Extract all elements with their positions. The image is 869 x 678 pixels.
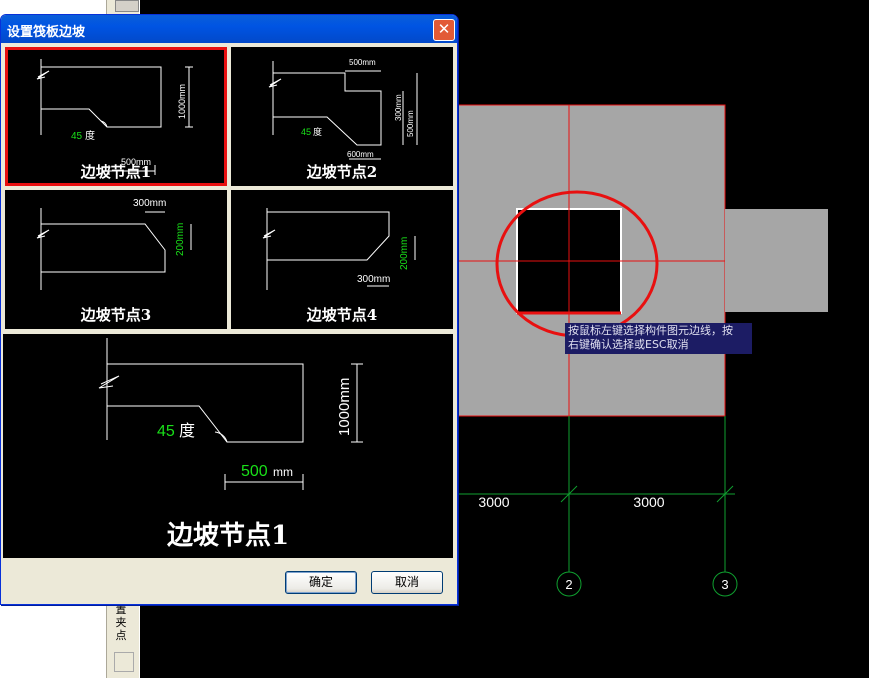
node-1-label: 边坡节点1 bbox=[80, 163, 152, 181]
tooltip-line-1: 按鼠标左键选择构件图元边线，按 bbox=[568, 324, 733, 337]
node-4-v-dim: 200mm bbox=[399, 237, 410, 270]
ok-button[interactable]: 确定 bbox=[285, 571, 357, 594]
slab-extension[interactable] bbox=[725, 209, 828, 312]
preview-angle-unit: 度 bbox=[179, 422, 195, 440]
preview-label: 边坡节点1 bbox=[166, 521, 290, 551]
preview-panel: 45 度 500 mm 1000mm 边坡节点1 bbox=[3, 334, 453, 558]
preview-angle-num: 45 bbox=[157, 423, 175, 440]
slope-node-3[interactable]: 300mm 200mm 边坡节点3 bbox=[5, 190, 227, 329]
side-label-2: 夹 bbox=[115, 616, 127, 629]
node-2-v1-dim: 300mm bbox=[394, 94, 403, 121]
dimension-right: 3000 bbox=[633, 494, 664, 510]
node-2-angle-unit: 度 bbox=[313, 126, 322, 137]
node-3-label: 边坡节点3 bbox=[80, 306, 152, 324]
close-button[interactable]: ✕ bbox=[433, 19, 455, 41]
node-2-v2-dim: 500mm bbox=[406, 110, 415, 137]
dimension-left: 3000 bbox=[478, 494, 509, 510]
slope-settings-dialog: 设置筏板边坡 ✕ 45 度 500mm 1000mm 边坡节点1 500mm 6… bbox=[0, 14, 458, 605]
node-4-label: 边坡节点4 bbox=[306, 306, 378, 324]
node-2-angle-num: 45 bbox=[301, 127, 311, 137]
toolbar-button[interactable] bbox=[115, 0, 139, 12]
node-1-angle-num: 45 bbox=[71, 131, 83, 142]
node-1-v-dim: 1000mm bbox=[177, 84, 187, 119]
node-2-bottom-dim: 600mm bbox=[347, 150, 374, 159]
node-3-top-dim: 300mm bbox=[133, 198, 166, 209]
slope-node-1[interactable]: 45 度 500mm 1000mm 边坡节点1 bbox=[5, 47, 227, 186]
command-tooltip: 按鼠标左键选择构件图元边线，按 右键确认选择或ESC取消 bbox=[565, 323, 752, 354]
preview-h-unit: mm bbox=[273, 465, 293, 479]
dialog-title: 设置筏板边坡 bbox=[7, 25, 86, 40]
node-2-top-dim: 500mm bbox=[349, 58, 376, 67]
axis-label-2: 2 bbox=[565, 577, 572, 592]
close-icon: ✕ bbox=[437, 20, 451, 38]
axis-label-3: 3 bbox=[721, 577, 728, 592]
node-4-bottom-dim: 300mm bbox=[357, 274, 390, 285]
dialog-titlebar[interactable]: 设置筏板边坡 ✕ bbox=[1, 15, 457, 43]
slope-node-2[interactable]: 500mm 600mm 300mm 500mm 45 度 边坡节点2 bbox=[231, 47, 453, 186]
preview-v-dim: 1000mm bbox=[336, 378, 353, 436]
tooltip-line-2: 右键确认选择或ESC取消 bbox=[568, 338, 689, 351]
cancel-button[interactable]: 取消 bbox=[371, 571, 443, 594]
node-1-angle-unit: 度 bbox=[85, 129, 95, 142]
preview-h-num: 500 bbox=[241, 463, 268, 480]
slope-node-4[interactable]: 300mm 200mm 边坡节点4 bbox=[231, 190, 453, 329]
node-2-label: 边坡节点2 bbox=[306, 163, 378, 181]
side-label-3: 点 bbox=[115, 629, 127, 642]
node-3-v-dim: 200mm bbox=[175, 223, 186, 256]
side-label-1: 置 bbox=[115, 603, 127, 616]
sidebar-icon[interactable] bbox=[114, 652, 134, 672]
